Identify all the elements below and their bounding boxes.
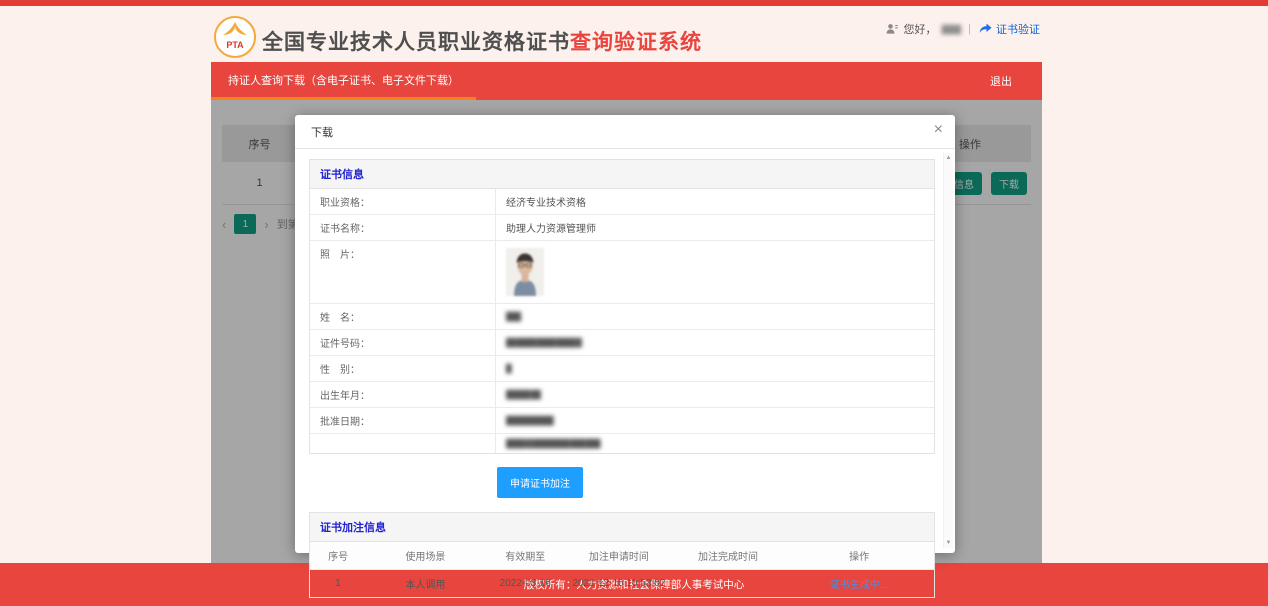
field-value: 经济专业技术资格 [496,189,934,214]
anno-col-seq: 序号 [310,542,366,570]
id-photo [506,248,544,296]
modal-header: 下载 × [295,115,955,149]
field-label: 性 别： [310,356,496,381]
field-value-redacted: ████ █ ████████ ███ ███ [496,434,934,453]
field-value-redacted: ██ ████ ████ ████ █ [496,330,934,355]
certificate-info-section-bar: 证书信息 [310,160,934,189]
svg-text:PTA: PTA [226,40,244,50]
anno-scene: 本人调用 [366,570,485,598]
field-label: 出生年月： [310,382,496,407]
field-value: 助理人力资源管理师 [496,215,934,240]
site-header: PTA 全国专业技术人员职业资格证书查询验证系统 您好， ████ | 证书验证 [0,6,1268,62]
field-name: 姓 名： ███ [310,304,934,330]
modal-title: 下载 [311,124,333,140]
download-modal: 下载 × ▲ ▼ 证书信息 职业资格： 经济专业技术资格 证书名称： 助理人力资… [295,115,955,553]
user-bar-separator: | [968,23,971,35]
field-approval-date: 批准日期： ██████████ [310,408,934,434]
field-label: 证件号码： [310,330,496,355]
annotation-table-row: 1 本人调用 2022-03-16 2021-12-16 10:53:02 证书… [310,570,934,598]
field-id-number: 证件号码： ██ ████ ████ ████ █ [310,330,934,356]
modal-body: 证书信息 职业资格： 经济专业技术资格 证书名称： 助理人力资源管理师 照 片： [295,149,955,606]
field-label: 职业资格： [310,189,496,214]
anno-seq: 1 [310,570,366,598]
certificate-verify-label: 证书验证 [996,21,1040,37]
share-arrow-icon [979,23,992,35]
annotation-table-header: 序号 使用场景 有效期至 加注申请时间 加注完成时间 操作 [310,542,934,570]
modal-close-button[interactable]: × [934,122,943,138]
field-value [496,241,934,303]
apply-annotation-button[interactable]: 申请证书加注 [497,467,583,498]
modal-scrollbar[interactable]: ▲ ▼ [943,153,953,548]
user-name-redacted: ████ [941,25,960,34]
anno-col-apply-time: 加注申请时间 [566,542,672,570]
annotation-info-box: 证书加注信息 序号 使用场景 有效期至 加注申请时间 加注完成时间 操作 [309,512,935,598]
field-value-redacted: █████ ██ [496,382,934,407]
page-title: 全国专业技术人员职业资格证书查询验证系统 [262,26,702,56]
annotation-table: 序号 使用场景 有效期至 加注申请时间 加注完成时间 操作 1 本人调用 202… [310,542,934,597]
certificate-verify-link[interactable]: 证书验证 [979,21,1040,37]
field-extra: ████ █ ████████ ███ ███ [310,434,934,453]
pta-logo-emblem: PTA [216,18,254,56]
scroll-down-icon[interactable]: ▼ [946,540,952,546]
main-nav: 持证人查询下载（含电子证书、电子文件下载） 退出 [211,62,1042,100]
tab-holder-query-download[interactable]: 持证人查询下载（含电子证书、电子文件下载） [211,62,476,100]
field-label [310,434,496,453]
certificate-info-box: 证书信息 职业资格： 经济专业技术资格 证书名称： 助理人力资源管理师 照 片： [309,159,935,454]
anno-valid-until: 2022-03-16 [485,570,566,598]
logout-button[interactable]: 退出 [960,62,1042,100]
field-cert-name: 证书名称： 助理人力资源管理师 [310,215,934,241]
anno-col-scene: 使用场景 [366,542,485,570]
user-bar: 您好， ████ | 证书验证 [886,21,1040,37]
field-qualification: 职业资格： 经济专业技术资格 [310,189,934,215]
field-label: 照 片： [310,241,496,303]
field-value-redacted: █ [496,356,934,381]
field-birth-date: 出生年月： █████ ██ [310,382,934,408]
anno-col-complete-time: 加注完成时间 [672,542,784,570]
field-label: 批准日期： [310,408,496,433]
field-gender: 性 别： █ [310,356,934,382]
greeting-text: 您好， [903,21,936,37]
cert-generating-link[interactable]: 证书生成中... [830,580,888,591]
field-photo: 照 片： [310,241,934,304]
user-icon [886,23,898,35]
page-title-accent: 查询验证系统 [570,31,702,54]
anno-complete-time [672,570,784,598]
scroll-up-icon[interactable]: ▲ [946,155,952,161]
certificate-info-title: 证书信息 [320,169,364,181]
field-value-redacted: ███ [496,304,934,329]
anno-apply-time: 2021-12-16 10:53:02 [566,570,672,598]
anno-col-action: 操作 [784,542,934,570]
field-value-redacted: ██████████ [496,408,934,433]
anno-col-valid-until: 有效期至 [485,542,566,570]
annotation-info-title: 证书加注信息 [320,522,386,534]
field-label: 证书名称： [310,215,496,240]
pta-logo: PTA [214,16,256,58]
page-title-main: 全国专业技术人员职业资格证书 [262,31,570,54]
field-label: 姓 名： [310,304,496,329]
annotation-section-bar: 证书加注信息 [310,513,934,542]
